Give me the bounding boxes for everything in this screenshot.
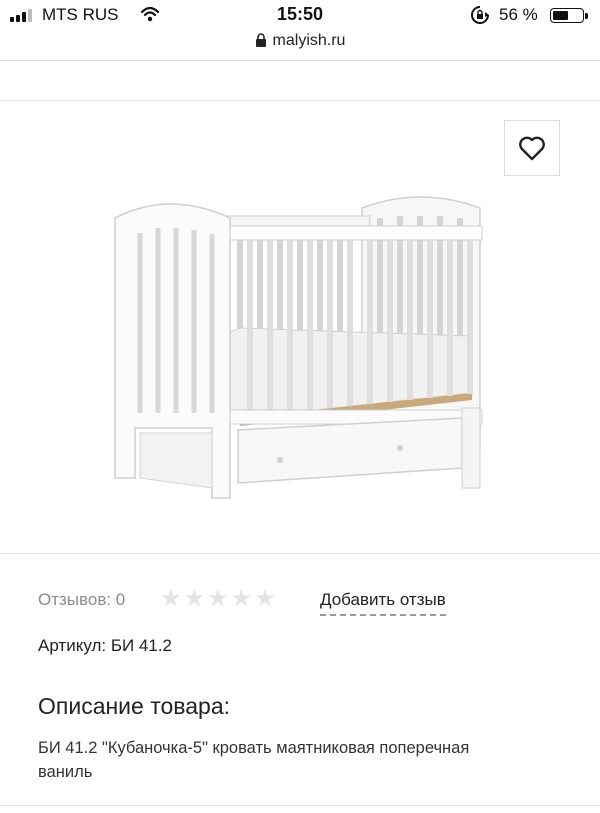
star-icon[interactable]: ★: [231, 586, 253, 612]
add-review-link[interactable]: Добавить отзыв: [320, 590, 446, 616]
star-icon[interactable]: ★: [184, 586, 206, 612]
rating-stars[interactable]: ★ ★ ★ ★ ★: [160, 586, 276, 612]
add-to-favorites-button[interactable]: [504, 120, 560, 176]
star-icon[interactable]: ★: [254, 586, 276, 612]
address-bar[interactable]: malyish.ru: [0, 32, 600, 50]
url-text: malyish.ru: [272, 32, 346, 49]
section-divider: [0, 553, 600, 554]
description-text: БИ 41.2 "Кубаночка-5" кровать маятникова…: [38, 739, 470, 781]
header-divider: [0, 60, 600, 61]
description-heading: Описание товара:: [38, 693, 231, 719]
status-bar: MTS RUS 15:50 56 %: [0, 0, 600, 30]
product-image[interactable]: [100, 178, 500, 523]
lock-icon: [255, 33, 266, 47]
article-number: Артикул: БИ 41.2: [38, 636, 173, 655]
heart-outline-icon: [519, 136, 545, 161]
section-divider: [0, 100, 600, 101]
star-icon[interactable]: ★: [207, 586, 229, 612]
star-icon[interactable]: ★: [160, 586, 182, 612]
battery-icon: [550, 8, 588, 23]
rotation-lock-icon: [471, 6, 489, 24]
reviews-count: Отзывов: 0: [38, 590, 126, 609]
section-divider: [0, 805, 600, 806]
battery-percentage: 56 %: [499, 5, 538, 24]
